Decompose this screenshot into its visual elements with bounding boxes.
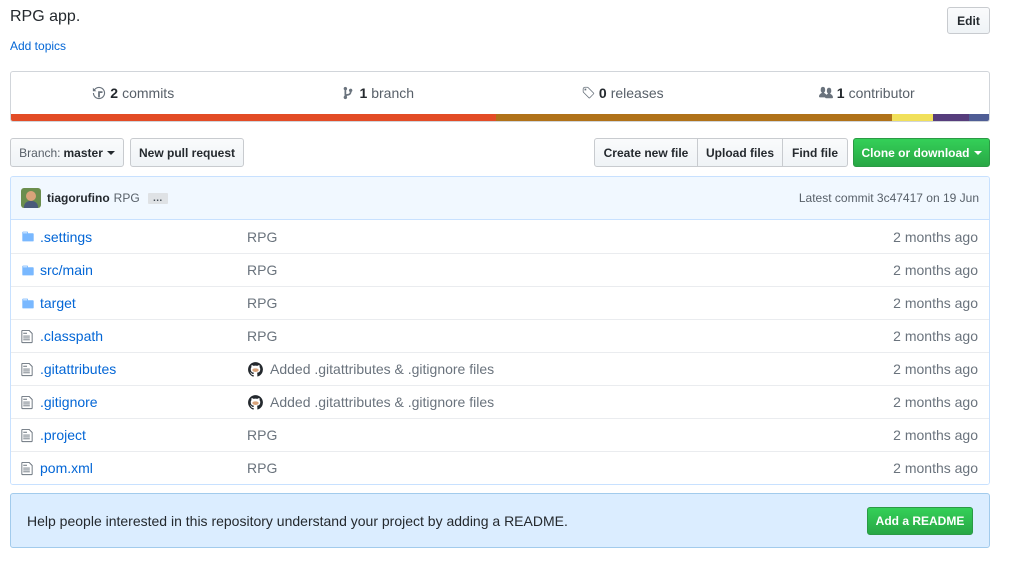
folder-icon bbox=[21, 230, 35, 243]
folder-icon bbox=[21, 297, 35, 310]
file-name-link[interactable]: .classpath bbox=[40, 328, 247, 344]
file-name-link[interactable]: target bbox=[40, 295, 247, 311]
table-row: target RPG 2 months ago bbox=[11, 286, 989, 319]
find-file-button[interactable]: Find file bbox=[782, 138, 848, 167]
file-commit-message-text[interactable]: RPG bbox=[247, 262, 277, 278]
branch-select-button[interactable]: Branch: master bbox=[10, 138, 124, 167]
file-list: .settings RPG 2 months ago src/main RPG 2 mon… bbox=[11, 220, 989, 484]
language-segment[interactable] bbox=[968, 114, 989, 121]
commits-link[interactable]: 2 commits bbox=[11, 72, 256, 114]
file-commit-message[interactable]: Added .gitattributes & .gitignore files bbox=[247, 361, 893, 378]
file-commit-message-text[interactable]: Added .gitattributes & .gitignore files bbox=[270, 394, 494, 410]
people-icon bbox=[818, 86, 833, 99]
file-commit-message-text[interactable]: RPG bbox=[247, 328, 277, 344]
language-segment[interactable] bbox=[933, 114, 969, 121]
file-age: 2 months ago bbox=[893, 361, 978, 377]
file-age: 2 months ago bbox=[893, 460, 978, 476]
contributors-link[interactable]: 1 contributor bbox=[745, 72, 990, 114]
file-name-link[interactable]: .project bbox=[40, 427, 247, 443]
file-commit-message-text[interactable]: Added .gitattributes & .gitignore files bbox=[270, 361, 494, 377]
file-icon bbox=[21, 428, 35, 443]
table-row: .project RPG 2 months ago bbox=[11, 418, 989, 451]
file-icon bbox=[21, 395, 35, 410]
releases-label: releases bbox=[610, 85, 664, 101]
latest-commit-bar: tiagorufino RPG … Latest commit 3c47417 … bbox=[11, 177, 989, 220]
commit-message[interactable]: RPG bbox=[114, 191, 140, 205]
file-icon bbox=[21, 461, 35, 476]
folder-icon bbox=[21, 264, 35, 277]
file-icon bbox=[21, 362, 35, 377]
file-age: 2 months ago bbox=[893, 228, 978, 245]
file-commit-message[interactable]: RPG bbox=[247, 262, 893, 278]
language-segment[interactable] bbox=[891, 114, 934, 121]
file-name-link[interactable]: pom.xml bbox=[40, 460, 247, 476]
commits-count: 2 bbox=[110, 85, 119, 101]
file-icon bbox=[21, 329, 35, 344]
file-commit-message[interactable]: RPG bbox=[247, 229, 893, 245]
language-segment[interactable] bbox=[11, 114, 496, 121]
latest-commit-info[interactable]: Latest commit 3c47417 on 19 Jun bbox=[799, 191, 979, 205]
readme-prompt: Help people interested in this repositor… bbox=[10, 493, 990, 548]
file-name-link[interactable]: .gitignore bbox=[40, 394, 247, 410]
repo-summary: 2 commits 1 branch 0 releases 1 contribu… bbox=[10, 71, 990, 122]
caret-down-icon bbox=[973, 150, 982, 155]
create-new-file-button[interactable]: Create new file bbox=[594, 138, 698, 167]
language-bar[interactable] bbox=[11, 114, 989, 121]
file-age: 2 months ago bbox=[893, 262, 978, 278]
releases-link[interactable]: 0 releases bbox=[500, 72, 745, 114]
branches-label: branch bbox=[371, 85, 415, 101]
table-row: src/main RPG 2 months ago bbox=[11, 253, 989, 286]
file-commit-message[interactable]: RPG bbox=[247, 427, 893, 443]
file-actions-group: Create new file Upload files Find file bbox=[594, 138, 848, 167]
file-age: 2 months ago bbox=[893, 394, 978, 410]
file-age: 2 months ago bbox=[893, 295, 978, 311]
branches-link[interactable]: 1 branch bbox=[256, 72, 501, 114]
file-commit-message[interactable]: Added .gitattributes & .gitignore files bbox=[247, 394, 893, 411]
file-age: 2 months ago bbox=[893, 427, 978, 443]
clone-download-label: Clone or download bbox=[861, 145, 970, 160]
caret-down-icon bbox=[106, 150, 115, 155]
branch-icon bbox=[344, 86, 353, 100]
clone-download-button[interactable]: Clone or download bbox=[853, 138, 990, 167]
file-commit-message-text[interactable]: RPG bbox=[247, 460, 277, 476]
add-topics-link[interactable]: Add topics bbox=[10, 39, 66, 53]
avatar[interactable] bbox=[21, 188, 41, 208]
file-commit-message[interactable]: RPG bbox=[247, 460, 893, 476]
branch-prefix: Branch: bbox=[19, 145, 61, 160]
table-row: .classpath RPG 2 months ago bbox=[11, 319, 989, 352]
readme-prompt-text: Help people interested in this repositor… bbox=[27, 512, 568, 529]
branch-name: master bbox=[63, 145, 103, 160]
table-row: .gitignore Added .gitattributes & .gitign… bbox=[11, 385, 989, 418]
file-name-link[interactable]: src/main bbox=[40, 262, 247, 278]
expand-message-button[interactable]: … bbox=[147, 192, 168, 204]
file-commit-message-text[interactable]: RPG bbox=[247, 427, 277, 443]
file-commit-message[interactable]: RPG bbox=[247, 295, 893, 311]
file-name-link[interactable]: .gitattributes bbox=[40, 361, 247, 377]
repo-description: RPG app. bbox=[10, 8, 81, 25]
file-commit-message-text[interactable]: RPG bbox=[247, 229, 277, 245]
language-segment[interactable] bbox=[495, 114, 892, 121]
file-table: tiagorufino RPG … Latest commit 3c47417 … bbox=[10, 176, 990, 485]
commits-label: commits bbox=[122, 85, 175, 101]
contributors-count: 1 bbox=[836, 85, 845, 101]
releases-count: 0 bbox=[598, 85, 607, 101]
file-commit-message-text[interactable]: RPG bbox=[247, 295, 277, 311]
add-readme-button[interactable]: Add a README bbox=[867, 506, 973, 535]
history-icon bbox=[93, 86, 106, 100]
file-name-link[interactable]: .settings bbox=[40, 229, 247, 245]
table-row: pom.xml RPG 2 months ago bbox=[11, 451, 989, 484]
upload-files-button[interactable]: Upload files bbox=[697, 138, 783, 167]
file-age: 2 months ago bbox=[893, 328, 978, 344]
tag-icon bbox=[582, 86, 595, 99]
octocat-avatar-icon[interactable] bbox=[247, 361, 270, 378]
branches-count: 1 bbox=[359, 85, 368, 101]
table-row: .gitattributes Added .gitattributes & .gi… bbox=[11, 352, 989, 385]
file-commit-message[interactable]: RPG bbox=[247, 328, 893, 344]
contributors-label: contributor bbox=[848, 85, 915, 101]
edit-button[interactable]: Edit bbox=[947, 7, 990, 34]
octocat-avatar-icon[interactable] bbox=[247, 394, 270, 411]
commit-author[interactable]: tiagorufino bbox=[47, 191, 110, 205]
new-pull-request-button[interactable]: New pull request bbox=[130, 138, 244, 167]
table-row: .settings RPG 2 months ago bbox=[11, 220, 989, 253]
